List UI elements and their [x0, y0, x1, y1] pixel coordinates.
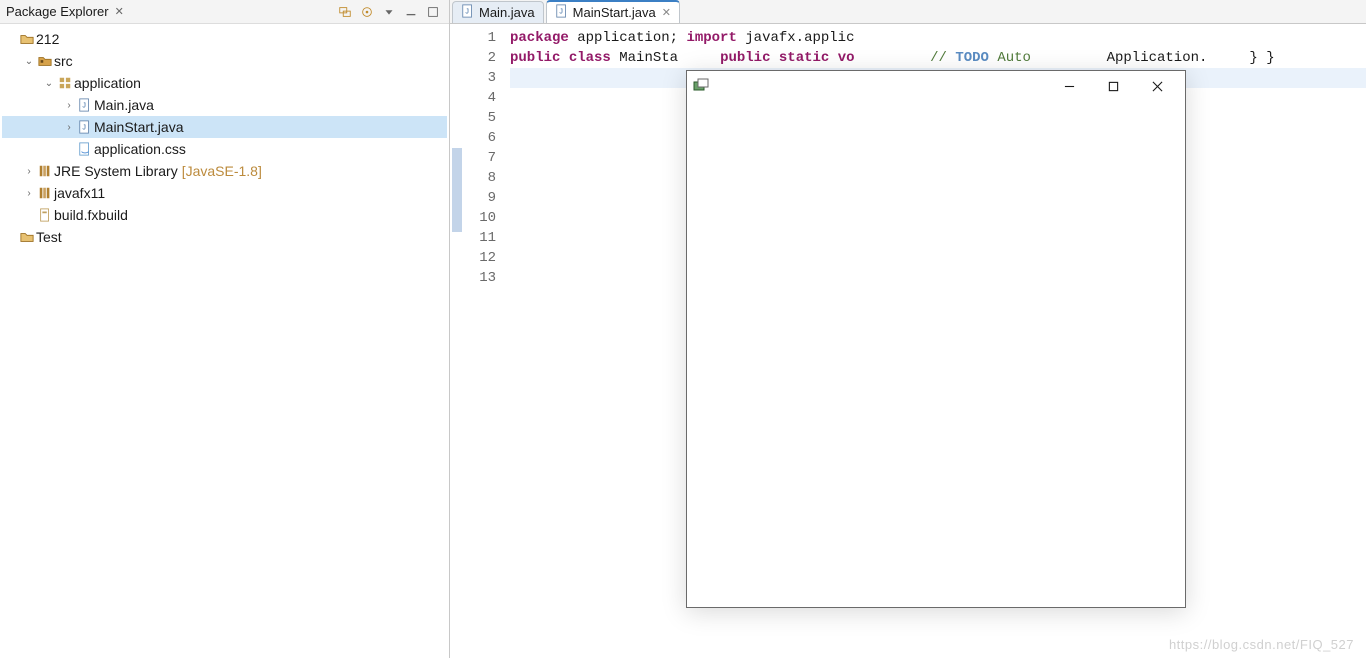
tree-label: src [54, 53, 73, 69]
javafx-app-window[interactable] [686, 70, 1186, 608]
tree-package[interactable]: ⌄ application [2, 72, 447, 94]
tree-mainstart-java[interactable]: › J MainStart.java [2, 116, 447, 138]
css-file-icon [76, 142, 94, 156]
java-file-icon: J [76, 98, 94, 112]
tree-build-fxbuild[interactable]: build.fxbuild [2, 204, 447, 226]
tree-jre-library[interactable]: › JRE System Library [JavaSE-1.8] [2, 160, 447, 182]
java-file-icon: J [555, 4, 569, 21]
minimize-button[interactable] [1047, 72, 1091, 100]
svg-text:J: J [82, 103, 86, 110]
svg-text:J: J [465, 9, 469, 16]
change-marker [452, 148, 462, 232]
twisty-expanded-icon[interactable]: ⌄ [42, 78, 56, 89]
tree-javafx11[interactable]: › javafx11 [2, 182, 447, 204]
focus-task-icon[interactable] [357, 2, 377, 22]
tab-label: MainStart.java [573, 5, 656, 20]
line-number-gutter: 1 2 3 4 5 6 7 8 9 10 11 12 13 [468, 24, 502, 658]
package-explorer-title: Package Explorer [6, 4, 109, 19]
tree-application-css[interactable]: application.css [2, 138, 447, 160]
tree-label: javafx11 [54, 185, 105, 201]
svg-text:J: J [82, 125, 86, 132]
close-button[interactable] [1135, 72, 1179, 100]
twisty-collapsed-icon[interactable]: › [62, 100, 76, 111]
javafx-app-icon [693, 78, 709, 94]
project-icon [18, 32, 36, 46]
tree-main-java[interactable]: › J Main.java [2, 94, 447, 116]
tree-label: application.css [94, 141, 186, 157]
file-icon [36, 208, 54, 222]
tree-src[interactable]: ⌄ src [2, 50, 447, 72]
project-icon [18, 230, 36, 244]
maximize-view-icon[interactable] [423, 2, 443, 22]
tree-label: 212 [36, 31, 59, 47]
tree-label: application [74, 75, 141, 91]
tree-label: Main.java [94, 97, 154, 113]
package-explorer-panel: Package Explorer ✕ [0, 0, 450, 658]
twisty-expanded-icon[interactable]: ⌄ [22, 56, 36, 67]
close-tab-icon[interactable]: ✕ [662, 6, 671, 19]
tree-label: MainStart.java [94, 119, 183, 135]
javafx-scene-empty [687, 101, 1185, 607]
package-explorer-header: Package Explorer ✕ [0, 0, 449, 24]
close-view-icon[interactable]: ✕ [115, 5, 124, 18]
minimize-view-icon[interactable] [401, 2, 421, 22]
package-explorer-tree: 212 ⌄ src ⌄ application › J [0, 24, 449, 252]
svg-text:J: J [559, 9, 563, 16]
twisty-collapsed-icon[interactable]: › [22, 166, 36, 177]
tree-label: JRE System Library [54, 163, 178, 179]
library-icon [36, 164, 54, 178]
source-folder-icon [36, 54, 54, 68]
twisty-collapsed-icon[interactable]: › [22, 188, 36, 199]
editor-tabbar: J Main.java J MainStart.java ✕ [450, 0, 1366, 24]
twisty-collapsed-icon[interactable]: › [62, 122, 76, 133]
tree-label: Test [36, 229, 62, 245]
java-file-icon: J [76, 120, 94, 134]
tree-test-project[interactable]: Test [2, 226, 447, 248]
tab-main-java[interactable]: J Main.java [452, 1, 544, 23]
tree-badge: [JavaSE-1.8] [182, 163, 262, 179]
library-icon [36, 186, 54, 200]
tree-project[interactable]: 212 [2, 28, 447, 50]
marker-column [450, 24, 468, 658]
maximize-button[interactable] [1091, 72, 1135, 100]
tab-label: Main.java [479, 5, 535, 20]
view-menu-icon[interactable] [379, 2, 399, 22]
link-with-editor-icon[interactable] [335, 2, 355, 22]
package-icon [56, 76, 74, 90]
tree-label: build.fxbuild [54, 207, 128, 223]
javafx-titlebar[interactable] [687, 71, 1185, 101]
tab-mainstart-java[interactable]: J MainStart.java ✕ [546, 0, 680, 23]
java-file-icon: J [461, 4, 475, 21]
